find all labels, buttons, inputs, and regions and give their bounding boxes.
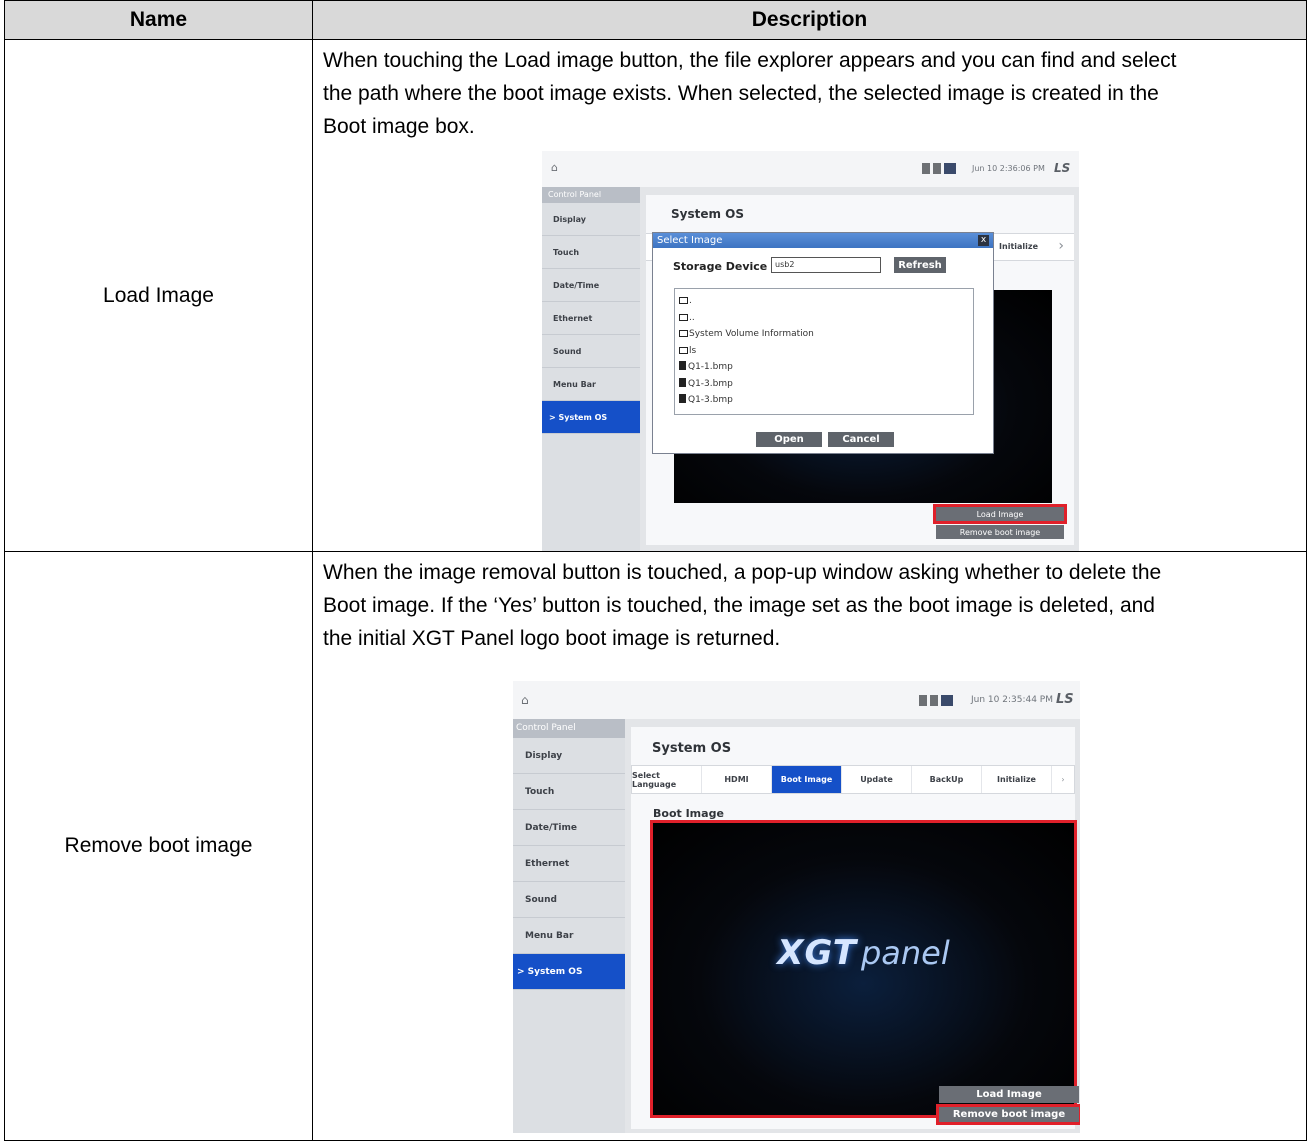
sidebar: Control Panel Display Touch Date/Time Et… xyxy=(542,187,640,551)
description-text: When the image removal button is touched… xyxy=(323,556,1294,655)
network-icon xyxy=(944,163,956,174)
select-image-dialog: Select Image x Storage Device usb2 Refre… xyxy=(652,232,994,454)
sidebar-item-touch[interactable]: Touch xyxy=(542,236,640,269)
sidebar-item-ethernet[interactable]: Ethernet xyxy=(542,302,640,335)
screenshot-load-image: ⌂ Jun 10 2:36:06 PM LS Control Panel Dis… xyxy=(542,151,1079,551)
load-image-button[interactable]: Load Image xyxy=(933,504,1067,524)
sd-icon xyxy=(922,163,930,174)
folder-icon xyxy=(679,346,688,354)
load-image-button[interactable]: Load Image xyxy=(939,1086,1079,1103)
row-description-load-image: When touching the Load image button, the… xyxy=(312,39,1307,552)
description-line: When touching the Load image button, the… xyxy=(323,49,1177,72)
sidebar-item-sound[interactable]: Sound xyxy=(513,882,625,918)
storage-device-field[interactable]: usb2 xyxy=(771,257,881,273)
file-list[interactable]: . .. System Volume Information ls Q1-1.b… xyxy=(674,288,974,415)
top-bar: ⌂ Jun 10 2:36:06 PM LS xyxy=(542,151,1079,187)
screenshot-remove-boot-image: ⌂ Jun 10 2:35:44 PM LS Control Panel Dis… xyxy=(513,681,1080,1133)
home-icon: ⌂ xyxy=(551,161,558,174)
description-line: the initial XGT Panel logo boot image is… xyxy=(323,627,781,650)
sidebar-item-sound[interactable]: Sound xyxy=(542,335,640,368)
status-icons xyxy=(922,163,956,174)
home-icon: ⌂ xyxy=(521,693,529,707)
network-icon xyxy=(941,695,953,706)
header-description: Description xyxy=(312,0,1307,40)
sidebar-item-display[interactable]: Display xyxy=(513,738,625,774)
clock: Jun 10 2:36:06 PM xyxy=(972,164,1045,173)
boot-image-box: XGT panel xyxy=(650,820,1077,1118)
brand-logo: LS xyxy=(1054,161,1071,175)
tab-bar: Select Language HDMI Boot Image Update B… xyxy=(631,765,1075,794)
sidebar-title: Control Panel xyxy=(513,719,625,738)
sidebar-item-system-os[interactable]: > System OS xyxy=(542,401,640,434)
brand-logo: LS xyxy=(1056,692,1074,707)
folder-icon xyxy=(679,297,688,304)
remove-boot-image-button[interactable]: Remove boot image xyxy=(936,1104,1080,1125)
description-line: the path where the boot image exists. Wh… xyxy=(323,82,1159,105)
top-bar: ⌂ Jun 10 2:35:44 PM LS xyxy=(513,681,1080,719)
list-item[interactable]: Q1-1.bmp xyxy=(675,359,973,376)
folder-icon xyxy=(679,313,688,321)
tab-update[interactable]: Update xyxy=(842,766,912,793)
tab-select-language[interactable]: Select Language xyxy=(632,766,702,793)
tab-backup[interactable]: BackUp xyxy=(912,766,982,793)
list-item[interactable]: .. xyxy=(675,310,973,327)
dialog-title: Select Image xyxy=(653,233,993,248)
clock: Jun 10 2:35:44 PM xyxy=(971,695,1053,705)
panel-title: System OS xyxy=(671,207,745,221)
row-name-load-image: Load Image xyxy=(4,39,313,552)
usb-icon xyxy=(930,695,938,706)
storage-device-label: Storage Device xyxy=(673,260,768,273)
file-icon xyxy=(679,361,686,370)
header-name: Name xyxy=(4,0,313,40)
sidebar-item-menubar[interactable]: Menu Bar xyxy=(513,918,625,954)
file-icon xyxy=(679,377,686,387)
sidebar-item-touch[interactable]: Touch xyxy=(513,774,625,810)
logo-xgt: XGT xyxy=(777,933,857,973)
close-icon[interactable]: x xyxy=(978,235,989,246)
list-item[interactable]: System Volume Information xyxy=(675,326,973,343)
list-item[interactable]: Q1-3.bmp xyxy=(675,392,973,409)
logo-panel: panel xyxy=(860,934,950,972)
sd-icon xyxy=(919,695,927,706)
folder-icon xyxy=(679,330,688,337)
refresh-button[interactable]: Refresh xyxy=(894,257,946,273)
description-line: Boot image. If the ‘Yes’ button is touch… xyxy=(323,594,1155,617)
list-item[interactable]: Q1-3.bmp xyxy=(675,376,973,393)
description-table: Name Description Load Image When touchin… xyxy=(4,0,1307,1141)
main-panel: System OS Select Language HDMI Boot Imag… xyxy=(631,727,1077,1129)
open-button[interactable]: Open xyxy=(756,432,822,447)
row-name-label: Load Image xyxy=(103,283,214,307)
list-item[interactable]: . xyxy=(675,293,973,310)
sidebar-item-system-os[interactable]: > System OS xyxy=(513,954,625,990)
description-text: When touching the Load image button, the… xyxy=(323,44,1294,143)
chevron-right-icon[interactable]: › xyxy=(1052,766,1074,793)
sidebar-item-datetime[interactable]: Date/Time xyxy=(542,269,640,302)
tab-boot-image[interactable]: Boot Image xyxy=(772,766,842,793)
sidebar-item-datetime[interactable]: Date/Time xyxy=(513,810,625,846)
sidebar-item-display[interactable]: Display xyxy=(542,203,640,236)
sidebar-item-menubar[interactable]: Menu Bar xyxy=(542,368,640,401)
tab-hdmi[interactable]: HDMI xyxy=(702,766,772,793)
cancel-button[interactable]: Cancel xyxy=(828,432,894,447)
remove-boot-image-button[interactable]: Remove boot image xyxy=(936,525,1064,539)
tab-initialize[interactable]: Initialize xyxy=(999,242,1038,251)
sidebar: Control Panel Display Touch Date/Time Et… xyxy=(513,719,625,1133)
list-item[interactable]: ls xyxy=(675,343,973,360)
description-line: Boot image box. xyxy=(323,115,475,138)
panel-title: System OS xyxy=(652,741,732,756)
sidebar-title: Control Panel xyxy=(542,187,640,203)
description-line: When the image removal button is touched… xyxy=(323,561,1162,584)
file-icon xyxy=(679,394,686,403)
chevron-right-icon[interactable]: › xyxy=(1058,238,1064,254)
row-name-remove-boot-image: Remove boot image xyxy=(4,551,313,1141)
status-icons xyxy=(919,695,953,706)
row-description-remove-boot-image: When the image removal button is touched… xyxy=(312,551,1307,1141)
row-name-label: Remove boot image xyxy=(64,834,253,857)
usb-icon xyxy=(933,163,941,174)
tab-initialize[interactable]: Initialize xyxy=(982,766,1052,793)
sidebar-item-ethernet[interactable]: Ethernet xyxy=(513,846,625,882)
xgt-panel-logo: XGT panel xyxy=(653,933,1074,973)
boot-image-label: Boot Image xyxy=(653,807,724,820)
